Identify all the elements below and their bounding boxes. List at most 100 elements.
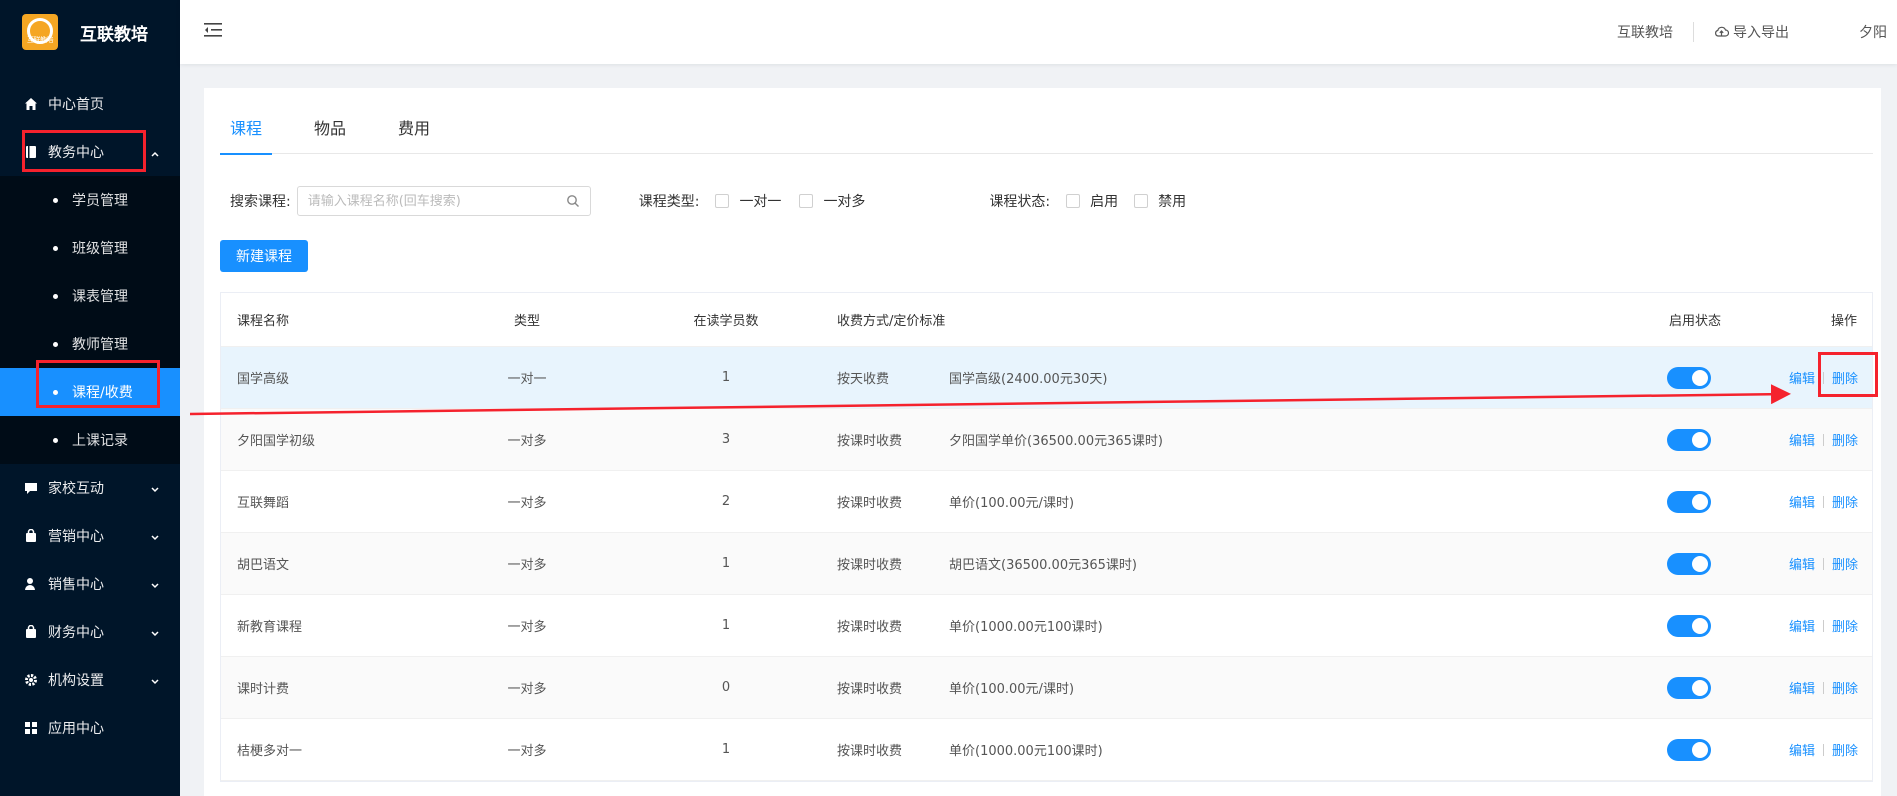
bullet-icon (53, 197, 58, 203)
row-actions: 编辑 删除 (1789, 554, 1858, 573)
table-header-row: 课程名称 类型 在读学员数 收费方式/定价标准 启用状态 操作 (221, 293, 1872, 347)
new-course-button[interactable]: 新建课程 (220, 240, 308, 272)
status-toggle[interactable] (1667, 552, 1711, 575)
type-checkbox-one-to-one[interactable]: 一对一 (715, 191, 781, 211)
course-name: 国学高级 (237, 372, 290, 387)
grid-icon (24, 721, 38, 735)
sidebar-item-settings[interactable]: 机构设置 (0, 656, 180, 704)
edit-link[interactable]: 编辑 (1789, 740, 1815, 759)
sidebar-item-label: 财务中心 (48, 625, 104, 641)
sidebar-subitem-students[interactable]: 学员管理 (0, 176, 180, 224)
price-standard: 单价(1000.00元100课时) (949, 744, 1103, 759)
type-filter: 课程类型: 一对一 一对多 (639, 191, 865, 211)
sidebar-item-finance[interactable]: 财务中心 (0, 608, 180, 656)
search-input[interactable] (307, 193, 548, 209)
checkbox[interactable] (1134, 194, 1149, 208)
sidebar-subitem-records[interactable]: 上课记录 (0, 416, 180, 464)
highlight-box-courses (36, 360, 160, 408)
sidebar-item-home[interactable]: 中心首页 (0, 80, 180, 128)
chevron-up-icon (150, 147, 160, 163)
delete-link[interactable]: 删除 (1832, 554, 1858, 573)
status-toggle[interactable] (1667, 676, 1711, 699)
row-actions: 编辑 删除 (1789, 616, 1858, 635)
type-checkbox-one-to-many[interactable]: 一对多 (799, 191, 865, 211)
sidebar-item-label: 营销中心 (48, 529, 104, 545)
menu-fold-icon[interactable] (204, 22, 222, 42)
bullet-icon (53, 293, 58, 299)
tab-bar: 课程 物品 费用 (220, 112, 1873, 155)
bullet-icon (53, 437, 58, 443)
sidebar-nav: 中心首页 教务中心 学员管理 班级管理 课表管理 教师管理 课程/收费 上课记录… (0, 80, 180, 752)
academic-submenu: 学员管理 班级管理 课表管理 教师管理 课程/收费 上课记录 (0, 176, 180, 464)
course-type: 一对多 (507, 434, 547, 449)
status-toggle[interactable] (1667, 428, 1711, 451)
status-toggle[interactable] (1667, 738, 1711, 761)
tab-courses[interactable]: 课程 (220, 112, 273, 155)
tab-fees[interactable]: 费用 (388, 112, 440, 154)
status-filter: 课程状态: 启用 禁用 (989, 191, 1186, 211)
divider (1823, 743, 1825, 756)
delete-link[interactable]: 删除 (1832, 492, 1858, 511)
sidebar-subitem-classes[interactable]: 班级管理 (0, 224, 180, 272)
price-standard: 夕阳国学单价(36500.00元365课时) (949, 434, 1163, 449)
org-name[interactable]: 互联教培 (1597, 22, 1693, 42)
status-toggle[interactable] (1667, 366, 1711, 389)
divider (1823, 619, 1825, 632)
row-actions: 编辑 删除 (1789, 492, 1858, 511)
course-name: 新教育课程 (237, 620, 303, 635)
edit-link[interactable]: 编辑 (1789, 430, 1815, 449)
bullet-icon (53, 341, 58, 347)
highlight-box-academic (22, 130, 146, 172)
status-toggle[interactable] (1667, 614, 1711, 637)
delete-link[interactable]: 删除 (1832, 678, 1858, 697)
edit-link[interactable]: 编辑 (1789, 678, 1815, 697)
edit-link[interactable]: 编辑 (1789, 492, 1815, 511)
table-row: 互联舞蹈 一对多 2 按课时收费 单价(100.00元/课时) 编辑 删除 (221, 471, 1872, 533)
col-header-op: 操作 (1831, 314, 1858, 329)
logo-text: 互联教培 (27, 36, 54, 44)
sidebar-item-label: 家校互动 (48, 481, 104, 497)
status-toggle[interactable] (1667, 490, 1711, 513)
col-header-name: 课程名称 (237, 314, 290, 329)
student-count: 1 (721, 618, 731, 633)
edit-link[interactable]: 编辑 (1789, 554, 1815, 573)
table-row: 国学高级 一对一 1 按天收费 国学高级(2400.00元30天) 编辑 删除 (221, 347, 1872, 409)
row-actions: 编辑 删除 (1789, 430, 1858, 449)
chevron-down-icon (150, 531, 160, 547)
sidebar-item-sales[interactable]: 销售中心 (0, 560, 180, 608)
course-name: 课时计费 (237, 682, 290, 697)
course-name: 胡巴语文 (237, 558, 290, 573)
pay-method: 按课时收费 (837, 744, 903, 759)
delete-link[interactable]: 删除 (1832, 430, 1858, 449)
user-name[interactable]: 夕阳 (1809, 22, 1897, 42)
tab-items[interactable]: 物品 (304, 112, 356, 154)
checkbox[interactable] (799, 194, 814, 208)
delete-link[interactable]: 删除 (1832, 616, 1858, 635)
cloud-icon (1714, 26, 1729, 38)
search-icon[interactable] (566, 194, 580, 212)
chat-icon (24, 481, 38, 495)
sidebar-item-apps[interactable]: 应用中心 (0, 704, 180, 752)
sidebar-item-label: 应用中心 (48, 721, 104, 737)
pay-method: 按课时收费 (837, 434, 903, 449)
status-checkbox-enabled[interactable]: 启用 (1066, 191, 1118, 211)
checkbox[interactable] (715, 194, 730, 208)
bullet-icon (53, 245, 58, 251)
sidebar-item-home-school[interactable]: 家校互动 (0, 464, 180, 512)
sidebar-subitem-schedule[interactable]: 课表管理 (0, 272, 180, 320)
edit-link[interactable]: 编辑 (1789, 616, 1815, 635)
divider (1823, 557, 1825, 570)
import-export-button[interactable]: 导入导出 (1694, 22, 1809, 42)
search-box (296, 186, 591, 216)
student-count: 1 (721, 556, 731, 571)
course-name: 夕阳国学初级 (237, 434, 316, 449)
student-count: 2 (721, 494, 731, 509)
checkbox[interactable] (1066, 194, 1081, 208)
logo: 互联教培 (22, 14, 58, 50)
sidebar-item-marketing[interactable]: 营销中心 (0, 512, 180, 560)
course-type: 一对多 (507, 558, 547, 573)
status-checkbox-disabled[interactable]: 禁用 (1134, 191, 1186, 211)
delete-link[interactable]: 删除 (1832, 740, 1858, 759)
table-row: 新教育课程 一对多 1 按课时收费 单价(1000.00元100课时) 编辑 删除 (221, 595, 1872, 657)
edit-link[interactable]: 编辑 (1789, 368, 1815, 387)
